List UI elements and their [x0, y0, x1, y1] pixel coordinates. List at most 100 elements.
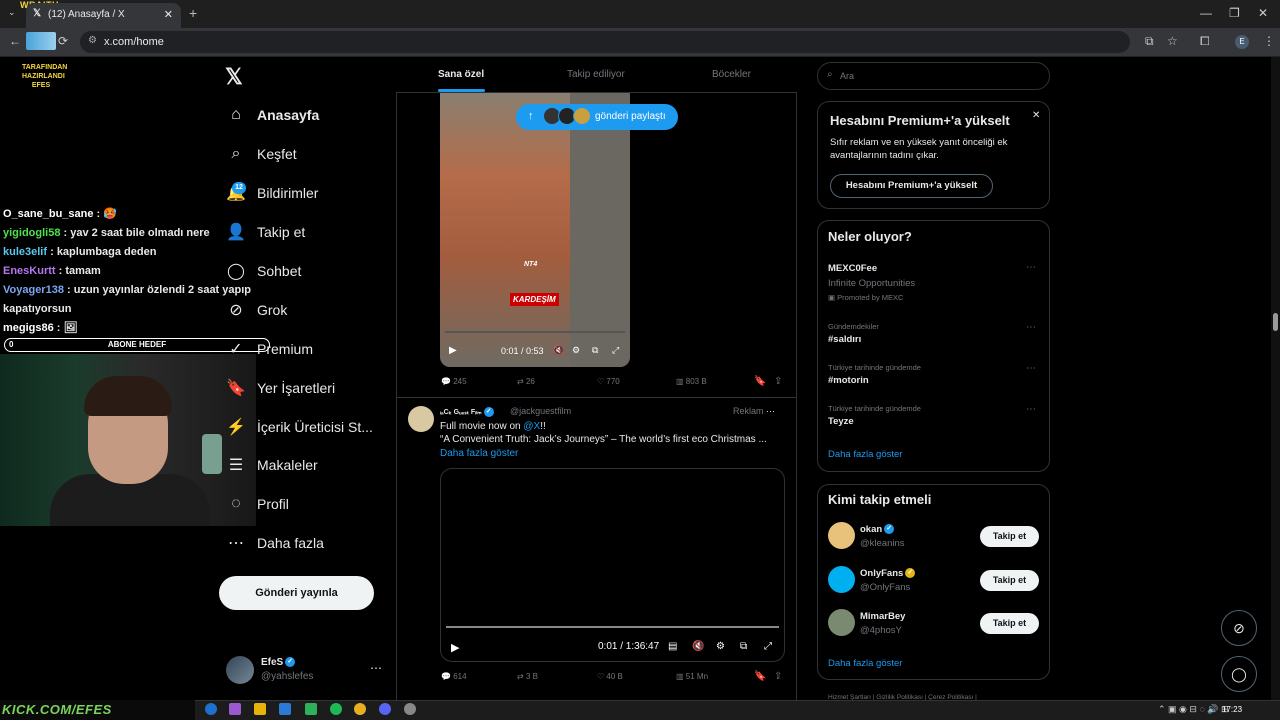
trend-item[interactable]: #motorin — [828, 375, 869, 386]
tweet2-avatar[interactable] — [408, 406, 434, 432]
trends-show-more[interactable]: Daha fazla göster — [828, 449, 902, 460]
more-icon[interactable]: ⋯ — [1026, 322, 1036, 333]
extensions-icon[interactable]: ⧠ — [1200, 34, 1210, 49]
sidebar-item-grok[interactable]: ⊘ Grok — [225, 295, 287, 325]
trend-item[interactable]: #saldırı — [828, 334, 861, 345]
share-icon[interactable]: ⇪ — [774, 376, 782, 387]
mute-icon[interactable]: 🔇 — [553, 345, 564, 356]
explorer-icon[interactable] — [254, 703, 266, 715]
sidebar-item-profile[interactable]: ◌ Profil — [225, 489, 289, 519]
retweet-button[interactable]: ⇄ 3 B — [517, 672, 538, 681]
play-icon[interactable]: ▶ — [449, 345, 457, 356]
tab-list-icon[interactable]: ⌄ — [8, 7, 16, 18]
premium-upgrade-button[interactable]: Hesabını Premium+'a yükselt — [830, 174, 993, 198]
back-icon[interactable]: ← — [9, 34, 21, 48]
follow-suggestion-name[interactable]: okan ✓ — [860, 524, 895, 535]
settings-icon[interactable]: ⚙ — [716, 641, 725, 652]
share-pill[interactable]: ↑ gönderi paylaştı — [516, 104, 678, 130]
more-icon[interactable]: ⋯ — [766, 406, 775, 416]
retweet-button[interactable]: ⇄ 26 — [517, 377, 535, 386]
video1-progress[interactable] — [445, 331, 625, 333]
minimize-button[interactable]: — — [1200, 6, 1212, 20]
views-button[interactable]: ▥ 51 Mn — [676, 672, 708, 681]
search-input[interactable]: ⌕ Ara — [817, 62, 1050, 90]
follow-button[interactable]: Takip et — [980, 613, 1039, 634]
tweet2-handle[interactable]: @jackguestfilm — [510, 406, 571, 416]
scrollbar[interactable] — [1271, 57, 1280, 710]
follow-suggestion-name[interactable]: OnlyFans ✓ — [860, 568, 916, 579]
more-icon[interactable]: ⋯ — [1026, 262, 1036, 273]
discord-icon[interactable] — [379, 703, 391, 715]
chrome-icon[interactable] — [354, 703, 366, 715]
url-field[interactable]: ⚙ x.com/home — [80, 31, 1130, 53]
bookmark-icon[interactable]: 🔖 — [754, 671, 766, 682]
captions-icon[interactable]: ▤ — [668, 641, 677, 652]
trend-item[interactable]: Teyze — [828, 416, 854, 427]
sidebar-item-bookmark[interactable]: 🔖 Yer İşaretleri — [225, 373, 335, 403]
tweet2-video[interactable] — [440, 468, 785, 662]
store-icon[interactable] — [305, 703, 317, 715]
mute-icon[interactable]: 🔇 — [692, 641, 704, 652]
follow-suggestion-avatar[interactable] — [828, 609, 855, 636]
site-info-icon[interactable]: ⚙ — [88, 35, 97, 46]
reply-button[interactable]: 💬 614 — [441, 672, 467, 681]
browser-menu-icon[interactable]: ⋮ — [1263, 34, 1275, 48]
tab-following[interactable]: Takip ediliyor — [567, 69, 625, 80]
reload-icon[interactable]: ⟳ — [58, 34, 68, 48]
sidebar-item-chat[interactable]: ◯ Sohbet — [225, 256, 301, 286]
close-window-button[interactable]: ✕ — [1258, 6, 1268, 20]
tab-close-icon[interactable]: ✕ — [164, 8, 173, 21]
tweet2-author[interactable]: ᵢₐCₖ Gᵤₑₛₜ Fᵢₗₘ ✓ — [440, 407, 494, 417]
pip-icon[interactable]: ⧉ — [592, 345, 598, 356]
follow-suggestion-avatar[interactable] — [828, 522, 855, 549]
messages-fab-icon[interactable]: ◯ — [1221, 656, 1257, 692]
show-more-link[interactable]: Daha fazla göster — [440, 448, 518, 459]
views-button[interactable]: ▥ 803 B — [676, 377, 707, 386]
new-tab-button[interactable]: + — [189, 5, 197, 21]
sidebar-item-creator[interactable]: ⚡ İçerik Üreticisi St... — [225, 412, 373, 442]
x-logo-icon[interactable]: 𝕏 — [225, 64, 243, 90]
share-icon[interactable]: ⇪ — [774, 671, 782, 682]
obs-icon[interactable] — [404, 703, 416, 715]
post-button[interactable]: Gönderi yayınla — [219, 576, 374, 610]
spotify-icon[interactable] — [330, 703, 342, 715]
fullscreen-icon[interactable]: ⤢ — [612, 345, 619, 356]
sidebar-item-search[interactable]: ⌕ Keşfet — [225, 139, 297, 169]
install-icon[interactable]: ⧉ — [1145, 34, 1154, 49]
sidebar-item-home[interactable]: ⌂ Anasayfa — [225, 100, 319, 130]
tab-bocekler[interactable]: Böcekler — [712, 69, 751, 80]
bookmark-icon[interactable]: 🔖 — [754, 376, 766, 387]
trend-item[interactable]: MEXC0Fee — [828, 263, 877, 274]
system-tray[interactable]: ⌃ ▣ ◉ ⊟ ◌ 🔊 ⊞ — [1158, 704, 1229, 715]
like-button[interactable]: ♡ 40 B — [597, 672, 623, 681]
follow-button[interactable]: Takip et — [980, 526, 1039, 547]
settings-icon[interactable]: ⚙ — [572, 345, 580, 356]
pip-icon[interactable]: ⧉ — [740, 641, 747, 652]
close-icon[interactable]: ✕ — [1032, 110, 1040, 121]
follow-button[interactable]: Takip et — [980, 570, 1039, 591]
profile-avatar[interactable]: E — [1235, 35, 1249, 49]
sidebar-item-follow[interactable]: 👤 Takip et — [225, 217, 305, 247]
mention-link[interactable]: @X — [523, 421, 540, 432]
account-more-icon[interactable]: ⋯ — [370, 661, 382, 675]
fullscreen-icon[interactable]: ⤢ — [764, 641, 772, 652]
like-button[interactable]: ♡ 770 — [597, 377, 620, 386]
reply-button[interactable]: 💬 245 — [441, 377, 467, 386]
edge-icon[interactable] — [205, 703, 217, 715]
follow-suggestion-avatar[interactable] — [828, 566, 855, 593]
more-icon[interactable]: ⋯ — [1026, 363, 1036, 374]
tab-for-you[interactable]: Sana özel — [438, 69, 484, 80]
sidebar-item-premium[interactable]: ✓ Premium — [225, 334, 313, 364]
account-name[interactable]: EfeS ✓ — [261, 657, 296, 668]
play-icon[interactable]: ▶ — [451, 641, 459, 654]
more-icon[interactable]: ⋯ — [1026, 404, 1036, 415]
bookmark-star-icon[interactable]: ☆ — [1167, 34, 1178, 48]
grok-fab-icon[interactable]: ⊘ — [1221, 610, 1257, 646]
browser-tab[interactable]: 𝕏 (12) Anasayfa / X ✕ — [26, 3, 181, 28]
maximize-button[interactable]: ❐ — [1229, 6, 1240, 20]
tweet1-video[interactable]: NT4 KARDEŞİM — [440, 93, 630, 367]
scrollbar-thumb[interactable] — [1273, 313, 1278, 331]
follow-suggestion-name[interactable]: MimarBey — [860, 611, 905, 622]
sidebar-item-article[interactable]: ☰ Makaleler — [225, 450, 318, 480]
outlook-icon[interactable] — [279, 703, 291, 715]
